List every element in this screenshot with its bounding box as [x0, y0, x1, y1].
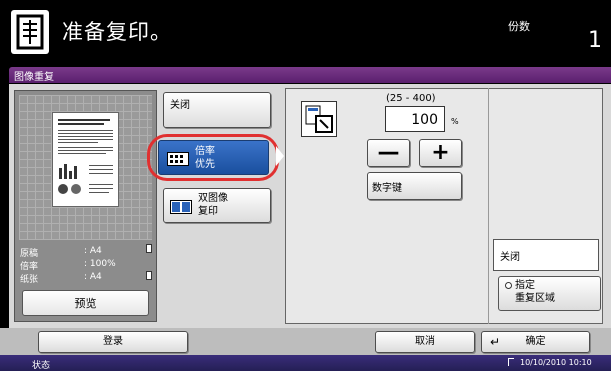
radio-icon: [505, 282, 512, 289]
repeat-off-label: 关闭: [170, 100, 190, 111]
ratio-label: 倍率: [20, 262, 39, 272]
page-title: 准备复印。: [62, 20, 172, 44]
repeat-off-button[interactable]: 关闭: [163, 92, 271, 128]
zoom-value-field[interactable]: 100: [385, 106, 445, 132]
copy-screen: 准备复印。 份数 1 图像重复 原稿 : A4 倍率 : 100% 纸张 : A…: [0, 0, 611, 371]
zoom-increase-button[interactable]: +: [419, 139, 462, 167]
left-frame: [0, 63, 9, 345]
document-thumbnail: [52, 112, 119, 207]
login-label: 登录: [103, 336, 123, 347]
enter-icon: ↵: [490, 335, 501, 349]
numeric-keys-label: 数字键: [372, 183, 402, 194]
login-button[interactable]: 登录: [38, 331, 188, 353]
zoom-priority-label-1: 倍率: [195, 146, 215, 157]
zoom-priority-icon: [167, 152, 189, 166]
minus-icon: —: [377, 140, 400, 165]
dual-image-button[interactable]: 双图像 复印: [163, 188, 271, 223]
portrait-original-icon: [146, 244, 152, 253]
area-off-field[interactable]: 关闭: [493, 239, 599, 271]
plus-icon: +: [431, 140, 450, 165]
preview-button[interactable]: 预览: [22, 290, 149, 316]
ok-label: 确定: [525, 336, 546, 347]
zoom-ratio-icon: [301, 101, 337, 137]
portrait-paper-icon: [146, 271, 152, 280]
specify-label-1: 指定: [515, 280, 535, 291]
status-button[interactable]: 状态: [32, 358, 50, 371]
original-label: 原稿: [20, 249, 39, 259]
paper-value: : A4: [84, 272, 102, 282]
subheader-bar: [9, 67, 611, 83]
ratio-value: : 100%: [84, 259, 116, 269]
specify-repeat-area-button[interactable]: 指定 重复区域: [498, 276, 601, 311]
cancel-label: 取消: [415, 336, 435, 347]
panel-divider: [488, 88, 489, 324]
specify-label-2: 重复区域: [515, 293, 555, 304]
percent-unit: %: [451, 117, 459, 126]
dual-image-icon: [170, 200, 192, 214]
function-title: 图像重复: [14, 72, 54, 83]
copies-label: 份数: [508, 20, 530, 33]
numeric-keys-button[interactable]: 数字键: [367, 172, 462, 200]
dual-image-label-2: 复印: [198, 206, 218, 217]
copies-count: 1: [588, 28, 602, 53]
original-value: : A4: [84, 246, 102, 256]
dual-image-label-1: 双图像: [198, 193, 228, 204]
copy-mode-icon: [11, 10, 49, 54]
zoom-priority-button[interactable]: 倍率 优先: [158, 140, 269, 175]
network-icon: [508, 358, 514, 366]
cancel-button[interactable]: 取消: [375, 331, 475, 353]
zoom-priority-label-2: 优先: [195, 159, 215, 170]
ok-button[interactable]: ↵ 确定: [481, 331, 590, 353]
paper-label: 纸张: [20, 275, 39, 285]
zoom-decrease-button[interactable]: —: [367, 139, 410, 167]
area-off-label: 关闭: [500, 252, 520, 263]
datetime-display: 10/10/2010 10:10: [520, 358, 592, 367]
zoom-range-label: (25 - 400): [386, 93, 436, 104]
selection-arrow-icon: [276, 146, 284, 166]
